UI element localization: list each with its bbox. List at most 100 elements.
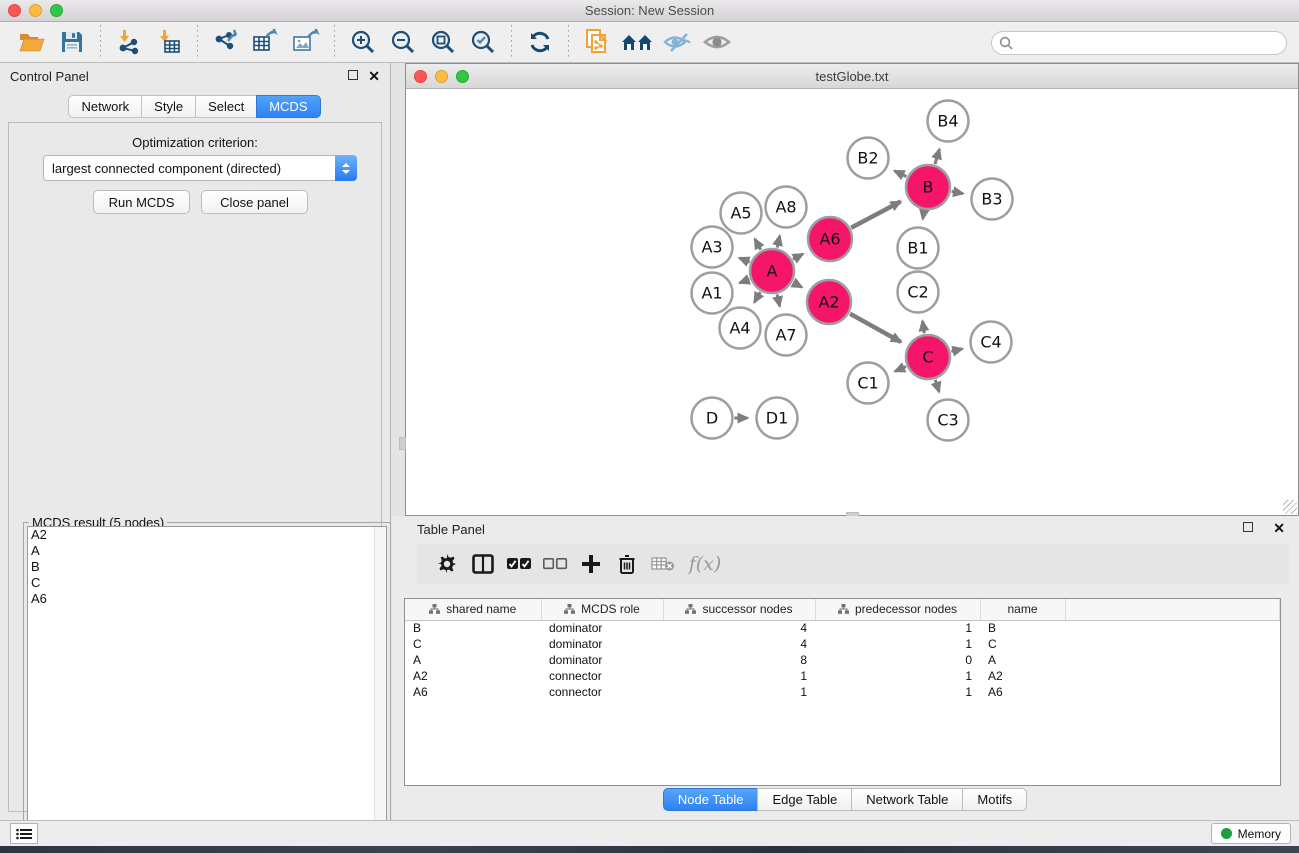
graph-edge-C-C3[interactable] [935,380,939,392]
close-panel-button[interactable]: Close panel [201,190,308,214]
criterion-dropdown[interactable]: largest connected component (directed) [43,155,357,181]
col-shared-name[interactable]: shared name [405,599,541,620]
zoom-fit-icon[interactable] [426,26,460,58]
graph-edge-A-A6[interactable] [793,254,803,259]
hide-selected-icon[interactable] [660,26,694,58]
toolbar-separator [511,25,512,59]
graph-node-label-A2: A2 [818,293,839,312]
network-window-titlebar[interactable]: testGlobe.txt [406,64,1298,89]
copy-network-icon[interactable] [580,26,614,58]
delete-table-icon[interactable] [645,549,681,579]
criterion-value: largest connected component (directed) [44,161,335,176]
resize-grip[interactable] [1283,500,1297,514]
close-window-button[interactable] [8,4,21,17]
search-input[interactable] [991,31,1287,55]
col-successor-nodes[interactable]: successor nodes [663,599,815,620]
run-mcds-button[interactable]: Run MCDS [93,190,190,214]
result-list-item[interactable]: C [28,575,386,591]
zoom-out-icon[interactable] [386,26,420,58]
tab-select[interactable]: Select [195,95,257,118]
graph-edge-C-C1[interactable] [895,367,906,372]
table-float-icon[interactable] [1243,522,1253,534]
graph-node-label-A8: A8 [775,198,796,217]
result-list-item[interactable]: A2 [28,527,386,543]
export-network-icon[interactable] [209,26,243,58]
search-field[interactable] [991,31,1287,55]
close-panel-icon[interactable]: ✕ [368,70,380,82]
tab-network-table[interactable]: Network Table [851,788,963,811]
graph-edge-A-A8[interactable] [777,236,780,248]
tab-node-table[interactable]: Node Table [663,788,759,811]
network-canvas[interactable]: B4B2BB3A5A8A6A3AB1A1A2C2A4A7C4C1CC3DD1 [406,89,1298,515]
delete-column-icon[interactable] [609,549,645,579]
graph-edge-B-B4[interactable] [935,149,939,164]
tab-motifs[interactable]: Motifs [962,788,1027,811]
result-list-item[interactable]: A6 [28,591,386,607]
graph-edge-A-A1[interactable] [740,279,750,283]
table-row[interactable]: A2connector11A2 [405,668,1280,684]
refresh-icon[interactable] [523,26,557,58]
network-zoom-button[interactable] [456,70,469,83]
graph-edge-C-C2[interactable] [922,321,924,333]
graph-edge-B-B1[interactable] [923,211,924,219]
graph-node-label-A6: A6 [819,230,840,249]
tab-mcds[interactable]: MCDS [256,95,320,118]
tab-style[interactable]: Style [141,95,196,118]
graph-edge-A-A5[interactable] [755,239,761,250]
network-graph[interactable]: B4B2BB3A5A8A6A3AB1A1A2C2A4A7C4C1CC3DD1 [406,89,1298,515]
select-all-checkboxes-icon[interactable] [501,549,537,579]
graph-edge-A6-B[interactable] [851,202,900,228]
table-row[interactable]: Bdominator41B [405,620,1280,636]
graph-node-label-C1: C1 [857,374,878,393]
tab-network[interactable]: Network [68,95,142,118]
float-panel-icon[interactable] [348,70,358,82]
network-view-window: testGlobe.txt B4B2BB3A5A8A6A3AB1A1A2C2A4… [405,63,1299,516]
graph-edge-A2-C[interactable] [850,314,901,342]
horizontal-splitter-handle[interactable] [399,437,406,450]
zoom-in-icon[interactable] [346,26,380,58]
task-history-button[interactable] [10,823,38,844]
col-predecessor-nodes[interactable]: predecessor nodes [815,599,980,620]
save-icon[interactable] [55,26,89,58]
hierarchy-icon [685,603,696,617]
mcds-result-list[interactable]: A2ABCA6 [27,526,387,853]
memory-button[interactable]: Memory [1211,823,1291,844]
table-close-icon[interactable]: ✕ [1273,522,1285,534]
graph-edge-A-A4[interactable] [754,292,760,302]
graph-edge-B-B3[interactable] [952,191,963,193]
result-list-item[interactable]: A [28,543,386,559]
zoom-selected-icon[interactable] [466,26,500,58]
table-row[interactable]: Adominator80A [405,652,1280,668]
export-table-icon[interactable] [249,26,283,58]
table-row[interactable]: A6connector11A6 [405,684,1280,700]
graph-edge-B-B2[interactable] [895,171,907,177]
graph-edge-A-A2[interactable] [793,282,802,287]
function-builder-icon[interactable]: f(x) [681,549,729,579]
export-image-icon[interactable] [289,26,323,58]
zoom-window-button[interactable] [50,4,63,17]
import-table-icon[interactable] [152,26,186,58]
gear-icon[interactable] [429,549,465,579]
col-name[interactable]: name [980,599,1065,620]
graph-node-label-C4: C4 [980,333,1001,352]
import-network-icon[interactable] [112,26,146,58]
table-row[interactable]: Cdominator41C [405,636,1280,652]
table-header-row: shared name MCDS role successor nodes pr… [405,599,1280,620]
network-minimize-button[interactable] [435,70,448,83]
network-close-button[interactable] [414,70,427,83]
graph-edge-C-C4[interactable] [951,349,962,352]
result-list-scrollbar[interactable] [374,527,386,853]
graph-node-label-B1: B1 [907,239,928,258]
first-neighbors-icon[interactable] [620,26,654,58]
graph-edge-A-A3[interactable] [739,258,749,262]
show-all-icon[interactable] [700,26,734,58]
minimize-window-button[interactable] [29,4,42,17]
col-mcds-role[interactable]: MCDS role [541,599,663,620]
split-columns-icon[interactable] [465,549,501,579]
deselect-all-checkboxes-icon[interactable] [537,549,573,579]
result-list-item[interactable]: B [28,559,386,575]
graph-edge-A-A7[interactable] [777,294,780,306]
add-column-icon[interactable] [573,549,609,579]
tab-edge-table[interactable]: Edge Table [757,788,852,811]
open-folder-icon[interactable] [15,26,49,58]
